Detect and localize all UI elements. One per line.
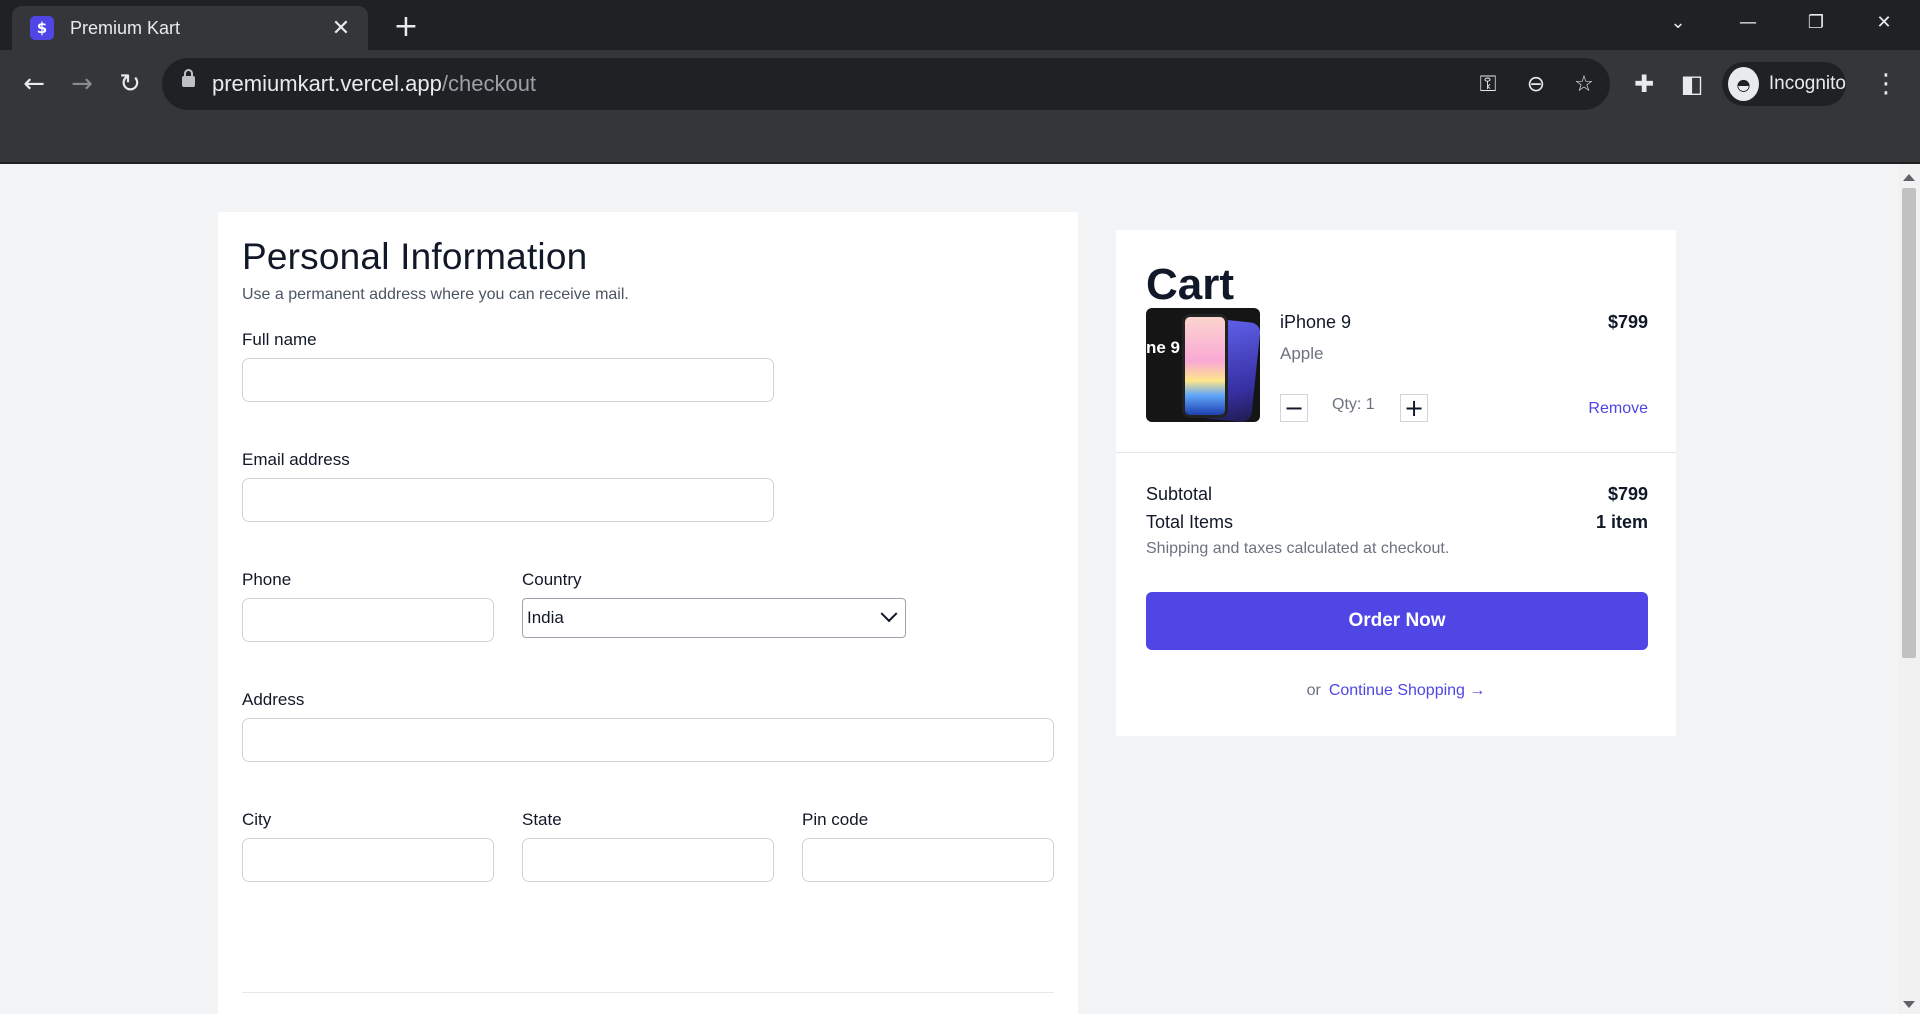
incognito-icon: ◓ [1728, 67, 1759, 101]
continue-shopping-link[interactable]: Continue Shopping → [1329, 682, 1486, 699]
cart-divider [1116, 452, 1676, 453]
phone-field[interactable] [242, 598, 494, 642]
product-price: $799 [1607, 312, 1648, 332]
restore-window-icon[interactable]: ❐ [1794, 6, 1838, 38]
plus-icon: + [1403, 394, 1425, 422]
lock-icon[interactable] [182, 69, 195, 87]
page-scrollbar[interactable] [1898, 164, 1920, 1014]
premium-kart-favicon-icon: $ [30, 16, 54, 40]
tab-search-chevron-icon[interactable]: ⌄ [1656, 6, 1700, 38]
order-now-button[interactable]: Order Now [1146, 592, 1648, 650]
or-text: or [1306, 682, 1321, 699]
phone-label: Phone [242, 570, 292, 589]
increase-quantity-button[interactable]: + [1400, 394, 1428, 422]
state-label: State [522, 810, 562, 829]
cart-panel: Cart ne 9 iPhone 9 $799 Apple − Qty: 1 +… [1116, 230, 1676, 736]
scroll-down-arrow-icon[interactable] [1903, 1001, 1915, 1008]
city-field[interactable] [242, 838, 494, 882]
puzzle-icon[interactable]: ✚ [1626, 66, 1662, 102]
phone-front-graphic [1182, 314, 1228, 418]
pincode-field[interactable] [802, 838, 1054, 882]
total-items-value: 1 item [1595, 512, 1648, 532]
form-divider [242, 992, 1054, 993]
subtotal-value: $799 [1607, 484, 1648, 504]
page-viewport: Personal Information Use a permanent add… [0, 164, 1898, 1014]
country-select[interactable]: India [522, 598, 906, 638]
chevron-down-icon [880, 605, 898, 623]
state-field[interactable] [522, 838, 774, 882]
email-label: Email address [242, 450, 350, 469]
shipping-note: Shipping and taxes calculated at checkou… [1146, 540, 1450, 557]
form-subtitle: Use a permanent address where you can re… [242, 286, 629, 303]
close-tab-icon[interactable]: ✕ [328, 15, 354, 41]
tab-title: Premium Kart [70, 17, 181, 38]
pincode-label: Pin code [802, 810, 869, 829]
personal-information-form: Personal Information Use a permanent add… [218, 212, 1078, 1014]
product-brand: Apple [1280, 344, 1324, 363]
key-icon[interactable]: ⚿ [1472, 68, 1504, 100]
scrollbar-thumb[interactable] [1902, 188, 1916, 658]
decrease-quantity-button[interactable]: − [1280, 394, 1308, 422]
continue-shopping-row: or Continue Shopping → [1116, 682, 1676, 700]
product-image-text: ne 9 [1146, 338, 1181, 357]
address-bar[interactable]: premiumkart.vercel.app/checkout ⚿ ⊖ ☆ [162, 58, 1610, 110]
cart-title: Cart [1146, 260, 1235, 309]
incognito-profile-button[interactable]: ◓ Incognito [1722, 62, 1846, 106]
country-label: Country [522, 570, 582, 589]
full-name-field[interactable] [242, 358, 774, 402]
quantity-label: Qty: 1 [1332, 396, 1375, 413]
form-title: Personal Information [242, 236, 588, 277]
browser-tab-bar: $ Premium Kart ✕ + ⌄ — ❐ ✕ [0, 0, 1920, 50]
kebab-menu-icon[interactable]: ⋮ [1870, 66, 1902, 102]
incognito-label: Incognito [1768, 73, 1846, 94]
close-window-icon[interactable]: ✕ [1862, 6, 1906, 38]
browser-toolbar: ← → ↻ premiumkart.vercel.app/checkout ⚿ … [0, 50, 1920, 164]
city-label: City [242, 810, 272, 829]
new-tab-icon[interactable]: + [390, 9, 422, 44]
country-select-value: India [527, 608, 564, 627]
full-name-label: Full name [242, 330, 317, 349]
email-field[interactable] [242, 478, 774, 522]
reload-icon[interactable]: ↻ [110, 64, 150, 104]
forward-arrow-icon[interactable]: → [62, 64, 102, 104]
browser-tab[interactable]: $ Premium Kart ✕ [12, 6, 368, 50]
product-image[interactable]: ne 9 [1146, 308, 1260, 422]
product-name[interactable]: iPhone 9 [1280, 312, 1351, 333]
minimize-window-icon[interactable]: — [1726, 6, 1770, 38]
address-field[interactable] [242, 718, 1054, 762]
scroll-up-arrow-icon[interactable] [1903, 174, 1915, 181]
zoom-out-icon[interactable]: ⊖ [1520, 68, 1552, 100]
back-arrow-icon[interactable]: ← [14, 64, 54, 104]
remove-item-button[interactable]: Remove [1588, 400, 1648, 418]
subtotal-label: Subtotal [1146, 484, 1213, 504]
minus-icon: − [1283, 394, 1305, 422]
address-label: Address [242, 690, 305, 709]
url-text[interactable]: premiumkart.vercel.app/checkout [212, 71, 536, 97]
star-icon[interactable]: ☆ [1568, 68, 1600, 100]
total-items-label: Total Items [1146, 512, 1234, 532]
side-panel-icon[interactable]: ◧ [1674, 66, 1710, 102]
